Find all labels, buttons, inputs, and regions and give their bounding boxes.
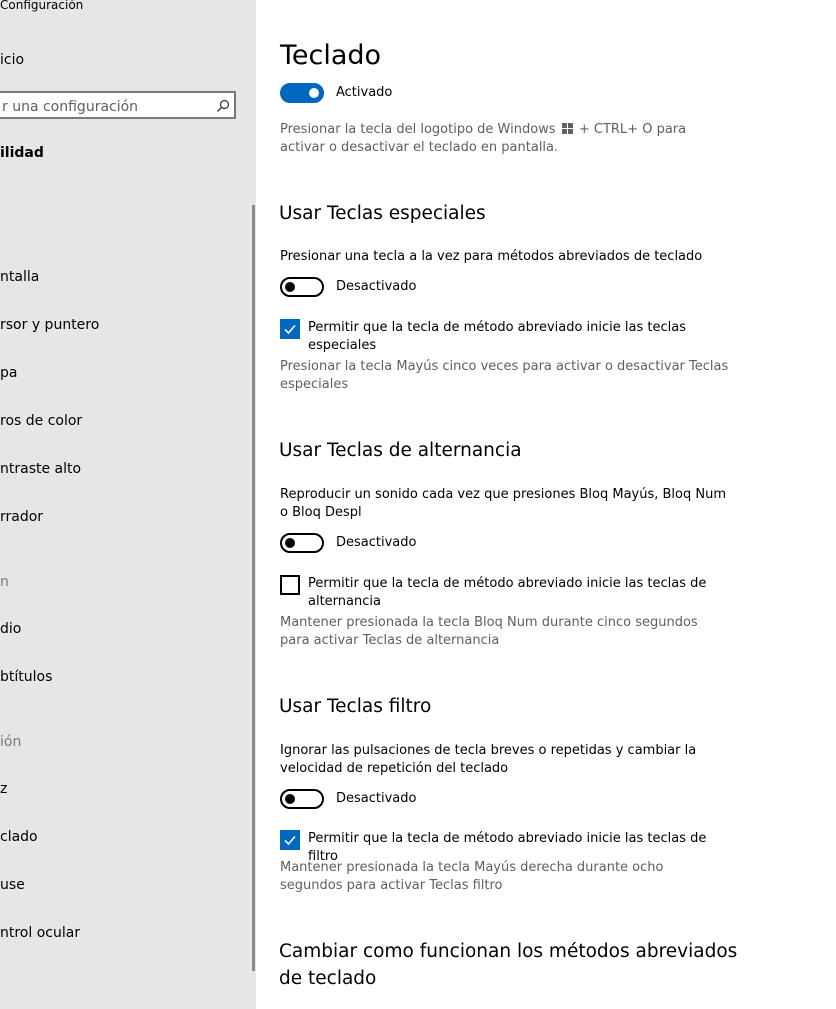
osk-toggle[interactable]: [280, 83, 324, 103]
sticky-keys-shortcut-label: Permitir que la tecla de método abreviad…: [308, 320, 686, 353]
toggle-keys-description: Mantener presionada la tecla Bloq Num du…: [280, 615, 698, 648]
sidebar-item-cursor[interactable]: rsor y puntero: [0, 317, 99, 333]
sidebar-item-control-ocular[interactable]: ntrol ocular: [0, 925, 80, 941]
sidebar-item-contraste-alto[interactable]: ntraste alto: [0, 461, 81, 477]
sidebar: Configuración icio r una configuración i…: [0, 0, 256, 1009]
toggle-knob: [285, 282, 295, 292]
toggle-knob: [285, 794, 295, 804]
filter-keys-toggle[interactable]: [280, 789, 324, 809]
main-content: Teclado Activado Presionar la tecla del …: [256, 0, 836, 1009]
sidebar-item-pantalla[interactable]: ntalla: [0, 269, 39, 285]
sticky-keys-text: Presionar una tecla a la vez para método…: [280, 249, 703, 264]
sticky-keys-description: Presionar la tecla Mayús cinco veces par…: [280, 359, 729, 392]
toggle-knob: [309, 88, 319, 98]
toggle-keys-shortcut-checkbox[interactable]: [280, 575, 300, 595]
sidebar-item-audio[interactable]: dio: [0, 621, 21, 637]
filter-keys-description: Mantener presionada la tecla Mayús derec…: [280, 860, 664, 893]
sidebar-item-voz[interactable]: z: [0, 781, 7, 797]
filter-keys-toggle-label: Desactivado: [336, 791, 417, 806]
sticky-keys-toggle[interactable]: [280, 277, 324, 297]
sidebar-item-filtros-color[interactable]: ros de color: [0, 413, 82, 429]
checkmark-icon: [284, 835, 296, 846]
toggle-keys-shortcut-label: Permitir que la tecla de método abreviad…: [308, 576, 707, 609]
toggle-knob: [285, 538, 295, 548]
toggle-keys-toggle[interactable]: [280, 533, 324, 553]
sidebar-item-subtitulos[interactable]: btítulos: [0, 669, 52, 685]
sidebar-item-teclado[interactable]: clado: [0, 829, 38, 845]
sticky-keys-shortcut-checkbox[interactable]: [280, 319, 300, 339]
shortcuts-section-title: Cambiar como funcionan los métodos abrev…: [279, 941, 738, 989]
search-icon: [217, 99, 230, 112]
filter-keys-shortcut-checkbox[interactable]: [280, 830, 300, 850]
search-input[interactable]: r una configuración: [0, 91, 236, 119]
sidebar-item-home[interactable]: icio: [0, 52, 24, 68]
toggle-keys-toggle-label: Desactivado: [336, 535, 417, 550]
sidebar-category: ilidad: [0, 145, 44, 161]
page-title: Teclado: [280, 40, 382, 71]
sticky-keys-toggle-label: Desactivado: [336, 279, 417, 294]
sidebar-item-narrador[interactable]: rrador: [0, 509, 43, 525]
osk-description: Presionar la tecla del logotipo de Windo…: [280, 121, 730, 157]
sidebar-item-lupa[interactable]: pa: [0, 365, 17, 381]
app-title: Configuración: [0, 0, 84, 12]
checkmark-icon: [284, 324, 296, 335]
filter-keys-title: Usar Teclas filtro: [279, 696, 432, 717]
windows-logo-icon: [561, 123, 573, 134]
sidebar-group-audicion: n: [0, 574, 9, 590]
search-placeholder: r una configuración: [2, 99, 139, 115]
sidebar-item-mouse[interactable]: use: [0, 877, 25, 893]
osk-toggle-label: Activado: [336, 85, 393, 100]
toggle-keys-title: Usar Teclas de alternancia: [279, 440, 522, 461]
toggle-keys-text: Reproducir un sonido cada vez que presio…: [280, 487, 727, 520]
sticky-keys-title: Usar Teclas especiales: [279, 203, 486, 224]
sidebar-scrollbar[interactable]: [252, 205, 255, 971]
filter-keys-text: Ignorar las pulsaciones de tecla breves …: [280, 743, 697, 776]
osk-desc-part1: Presionar la tecla del logotipo de Windo…: [280, 122, 556, 137]
sidebar-group-interaccion: ión: [0, 734, 22, 750]
